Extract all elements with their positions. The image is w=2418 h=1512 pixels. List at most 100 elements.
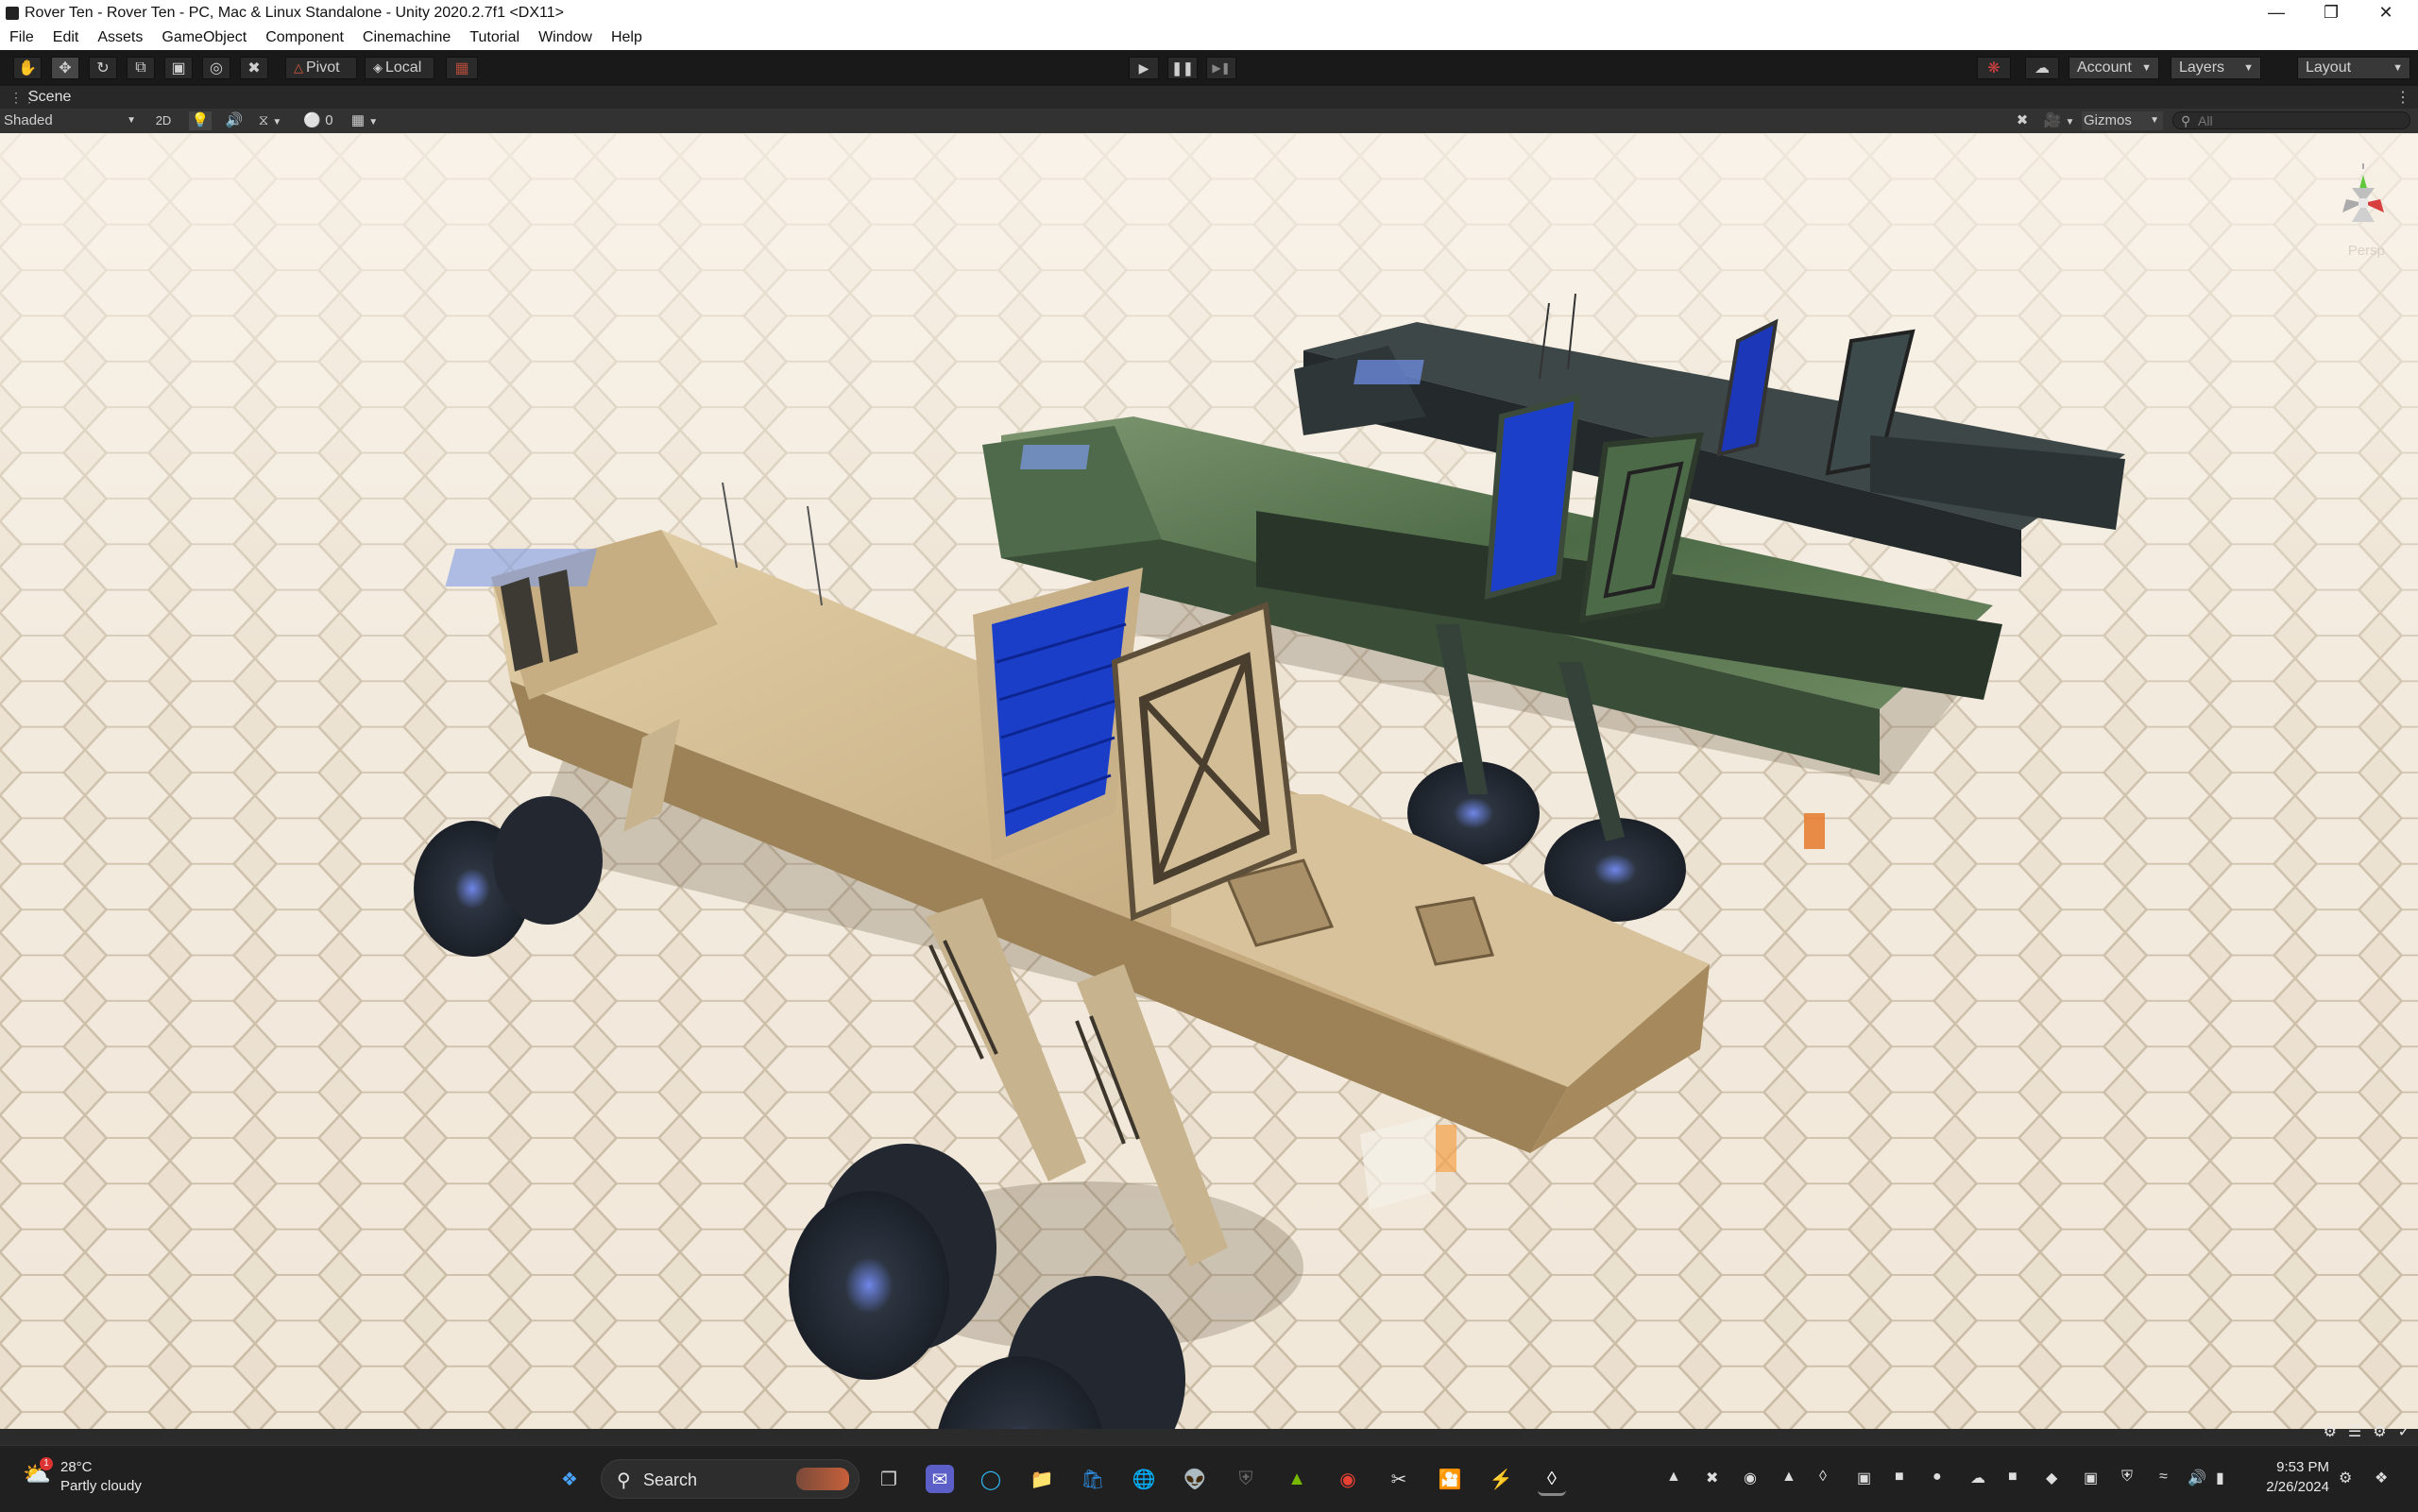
pivot-icon: △ [294, 60, 303, 75]
system-clock[interactable]: 9:53 PM 2/26/2024 [2244, 1457, 2329, 1497]
nvidia-button[interactable]: ▲ [1283, 1465, 1311, 1493]
draw-mode-label: Shaded [4, 112, 53, 128]
minimize-icon[interactable]: — [2249, 0, 2304, 25]
layout-dropdown[interactable]: Layout ▼ [2297, 57, 2410, 79]
tray-green-icon[interactable]: ▲ [1781, 1469, 1796, 1486]
browser-button[interactable]: 🌐 [1130, 1465, 1158, 1493]
grid-snap-button[interactable]: ▦ [446, 57, 478, 79]
unity-tray-icon[interactable]: ◊ [1819, 1469, 1827, 1486]
collab-button[interactable]: ❋ [1977, 57, 2011, 79]
edge-button[interactable]: ◯ [977, 1465, 1005, 1493]
sublime-button[interactable]: ⚡ [1487, 1465, 1515, 1493]
menu-tutorial[interactable]: Tutorial [460, 25, 529, 50]
tray-black-icon[interactable]: ■ [1895, 1469, 1904, 1486]
weather-condition: Partly cloudy [60, 1478, 142, 1494]
tab-menu-icon[interactable]: ⋮ [2395, 88, 2410, 107]
tray-green-box-icon[interactable]: ▣ [1857, 1469, 1871, 1487]
layers-dropdown[interactable]: Layers ▼ [2171, 57, 2261, 79]
tray-red-icon[interactable]: ◆ [2046, 1469, 2057, 1487]
sublime-icon: ⚡ [1489, 1469, 1513, 1490]
chevron-down-icon: ▼ [2150, 115, 2159, 126]
cloud-button[interactable]: ☁ [2025, 57, 2059, 79]
notification-icon[interactable]: ⚙ [2339, 1469, 2352, 1487]
scene-orientation-gizmo[interactable] [2325, 156, 2401, 250]
teams-button[interactable]: ✉ [926, 1465, 954, 1493]
tray-app-icon[interactable]: ▲ [1666, 1469, 1681, 1486]
tray-blue-icon[interactable]: ■ [2008, 1469, 2018, 1486]
menu-file[interactable]: File [0, 25, 43, 50]
scene-visibility-icon[interactable]: ⚙ [2324, 1422, 2337, 1441]
wifi-icon[interactable]: ≈ [2159, 1469, 2168, 1486]
draw-mode-dropdown[interactable]: Shaded ▼ [4, 111, 140, 130]
taskbar-search[interactable]: ⚲ Search [601, 1459, 860, 1499]
chrome-button[interactable]: ◉ [1334, 1465, 1362, 1493]
layers-icon[interactable]: ☰ [2348, 1422, 2361, 1441]
scene-search-input[interactable]: ⚲ All [2172, 111, 2410, 129]
window-title: Rover Ten - Rover Ten - PC, Mac & Linux … [25, 4, 564, 21]
menu-assets[interactable]: Assets [88, 25, 152, 50]
onedrive-icon[interactable]: ☁ [1970, 1469, 1985, 1487]
hidden-objects-toggle[interactable]: ⚪ 0 [300, 111, 336, 130]
hand-tool-button[interactable]: ✋ [13, 57, 42, 79]
restore-icon[interactable]: ❐ [2304, 0, 2358, 25]
menu-help[interactable]: Help [602, 25, 652, 50]
file-explorer-button[interactable]: 📁 [1028, 1465, 1056, 1493]
effects-icon: ⧖ [258, 112, 269, 128]
search-icon: ⚲ [2181, 113, 2191, 128]
tray-game-icon[interactable]: ◉ [1744, 1469, 1757, 1487]
transform-tool-button[interactable]: ◎ [202, 57, 230, 79]
copilot-icon[interactable]: ❖ [2375, 1469, 2388, 1487]
2d-toggle[interactable]: 2D [151, 111, 176, 130]
defender-icon[interactable]: ⛨ [2121, 1469, 2133, 1486]
play-button[interactable]: ▶ [1129, 57, 1159, 79]
scale-tool-button[interactable]: ⧉ [127, 57, 155, 79]
grid-dropdown[interactable]: ▦ ▼ [344, 111, 385, 130]
projection-label[interactable]: Persp [2348, 243, 2385, 259]
tray-photo-icon[interactable]: ▣ [2084, 1469, 2098, 1487]
unity-button[interactable]: ◊ [1538, 1465, 1566, 1496]
step-button[interactable]: ▶❚ [1206, 57, 1236, 79]
chevron-down-icon: ▼ [272, 117, 282, 127]
close-icon[interactable]: ✕ [2358, 0, 2413, 25]
store-button[interactable]: 🛍 [1079, 1465, 1107, 1493]
menu-window[interactable]: Window [529, 25, 602, 50]
rect-tool-button[interactable]: ▣ [164, 57, 193, 79]
pivot-toggle[interactable]: △ Pivot [285, 57, 357, 79]
scene-viewport[interactable]: Persp [0, 133, 2418, 1429]
grid-snap-icon: ▦ [454, 60, 469, 76]
lighting-toggle[interactable]: 💡 [189, 111, 212, 130]
play-icon: ▶ [1138, 59, 1149, 76]
alien-app-button[interactable]: 👽 [1181, 1465, 1209, 1493]
snipping-tool-button[interactable]: ✂ [1385, 1465, 1413, 1493]
move-tool-button[interactable]: ✥ [51, 57, 79, 79]
audio-toggle[interactable]: 🔊 [223, 111, 246, 130]
task-view-button[interactable]: ❐ [875, 1465, 903, 1493]
tray-green-dot-icon[interactable]: ● [1933, 1469, 1942, 1486]
start-button[interactable]: ❖ [555, 1465, 584, 1493]
battery-icon[interactable]: ▮ [2216, 1469, 2224, 1487]
local-toggle[interactable]: ◈ Local [365, 57, 434, 79]
edge-icon: ◯ [979, 1469, 1002, 1490]
menu-gameobject[interactable]: GameObject [152, 25, 256, 50]
effects-dropdown[interactable]: ⧖ ▼ [253, 111, 287, 130]
volume-icon[interactable]: 🔊 [2188, 1469, 2206, 1487]
pause-button[interactable]: ❚❚ [1167, 57, 1198, 79]
rotate-tool-button[interactable]: ↻ [89, 57, 117, 79]
menu-component[interactable]: Component [256, 25, 353, 50]
shield-app-button[interactable]: ⛨ [1232, 1465, 1260, 1493]
custom-tool-button[interactable]: ✖ [240, 57, 268, 79]
debug-icon[interactable]: ⚙ [2373, 1422, 2386, 1441]
menu-cinemachine[interactable]: Cinemachine [353, 25, 460, 50]
camera-dropdown[interactable]: 🎥 ▼ [2040, 111, 2078, 130]
tab-scene[interactable]: Scene [28, 89, 71, 106]
account-dropdown[interactable]: Account ▼ [2069, 57, 2159, 79]
pause-icon: ❚❚ [1171, 59, 1194, 76]
cloud-icon: ☁ [2035, 60, 2050, 76]
clipchamp-button[interactable]: 🎦 [1436, 1465, 1464, 1493]
gizmos-dropdown[interactable]: Gizmos ▼ [2082, 111, 2163, 130]
nvidia-icon: ▲ [1287, 1468, 1306, 1489]
xbox-icon[interactable]: ✖ [1706, 1469, 1718, 1487]
scene-tools-button[interactable]: ✖ [2012, 111, 2033, 130]
menu-edit[interactable]: Edit [43, 25, 89, 50]
check-icon[interactable]: ✓ [2398, 1422, 2410, 1441]
